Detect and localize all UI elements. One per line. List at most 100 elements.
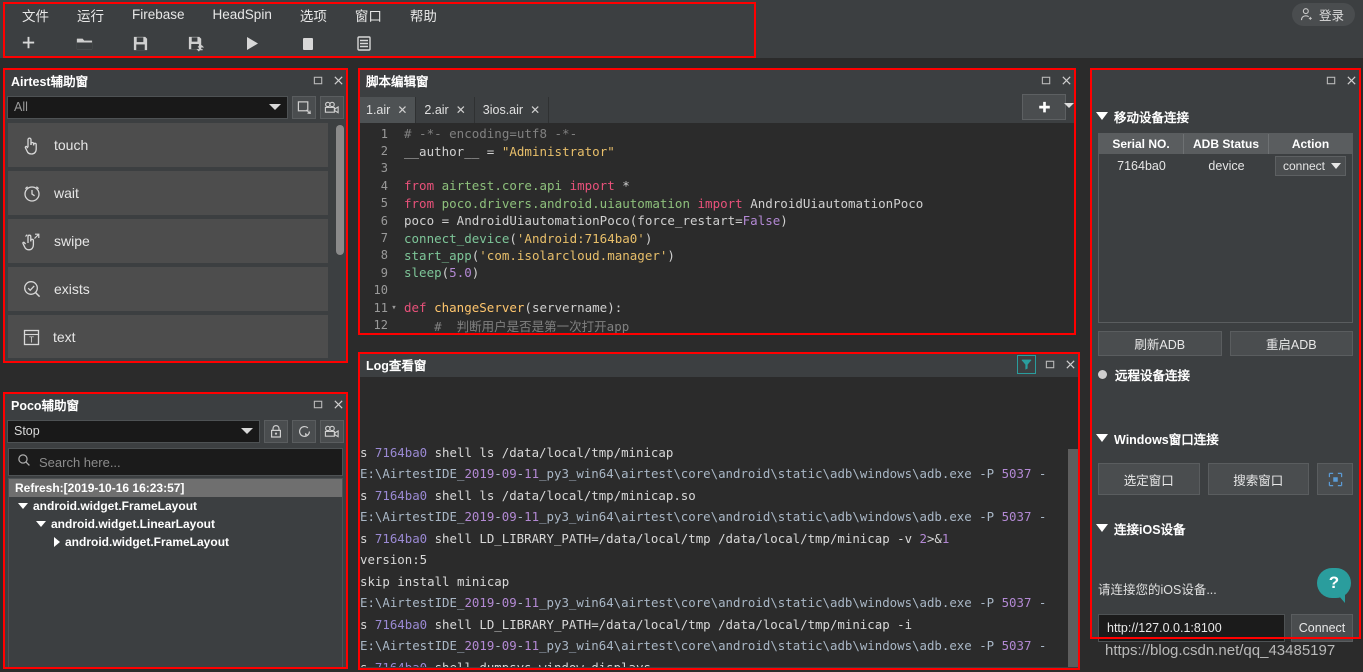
login-button[interactable]: 登录 [1291, 3, 1355, 26]
log-scrollbar[interactable] [1068, 449, 1079, 667]
code-area[interactable]: 1 # -*- encoding=utf8 -*- 2 __author__ = "A… [358, 123, 1076, 334]
toolbar [0, 29, 1363, 58]
poco-refresh-row[interactable]: Refresh:[2019-10-16 16:23:57] [9, 479, 342, 497]
refresh-icon[interactable] [292, 419, 316, 443]
ios-section-header[interactable]: 连接iOS设备 [1090, 517, 1361, 539]
restart-adb-button[interactable]: 重启ADB [1229, 331, 1353, 356]
record-icon[interactable] [320, 95, 344, 119]
airtest-filter-select[interactable]: All [7, 95, 288, 119]
ios-url-row: http://127.0.0.1:8100 Connect [1098, 614, 1353, 642]
close-icon[interactable] [328, 395, 348, 415]
report-icon[interactable] [336, 29, 392, 58]
close-icon[interactable] [328, 71, 348, 91]
code-text: __author__ = "Administrator" [404, 143, 615, 159]
code-text: start_app('com.isolarcloud.manager') [404, 247, 675, 263]
line-number: 9 [380, 265, 388, 280]
chevron-down-icon [1096, 524, 1108, 532]
airtest-list-scrollbar[interactable] [336, 125, 344, 255]
close-icon[interactable] [1060, 355, 1080, 375]
remote-device-section-header[interactable]: 远程设备连接 [1090, 363, 1361, 385]
airtest-panel-titlebar: Airtest辅助窗 [3, 68, 348, 93]
connect-dropdown[interactable]: connect [1274, 156, 1347, 176]
close-icon[interactable]: ✕ [530, 103, 540, 117]
poco-tree-node[interactable]: android.widget.FrameLayout [9, 497, 342, 515]
maximize-icon[interactable] [1321, 71, 1341, 91]
menu-options[interactable]: 选项 [286, 0, 341, 29]
ios-url-input[interactable]: http://127.0.0.1:8100 [1098, 614, 1285, 642]
chevron-right-icon[interactable] [54, 537, 60, 547]
chevron-down-icon[interactable] [36, 521, 46, 527]
poco-search-input[interactable]: Search here... [8, 448, 343, 476]
code-line: 3 [358, 160, 1076, 177]
menu-headspin[interactable]: HeadSpin [199, 0, 286, 29]
editor-tab-2[interactable]: 2.air ✕ [416, 97, 475, 123]
editor-tab-3[interactable]: 3ios.air ✕ [474, 97, 550, 123]
airtest-action-list[interactable]: touch wait swipe exists T text [8, 123, 346, 358]
mobile-device-section-header[interactable]: 移动设备连接 [1090, 105, 1361, 127]
maximize-icon[interactable] [308, 71, 328, 91]
new-tab-button[interactable] [1022, 94, 1066, 120]
help-button[interactable]: ? [1317, 568, 1351, 603]
device-panel-titlebar [1090, 68, 1361, 93]
log-output[interactable]: s 7164ba0 shell ls /data/local/tmp/minic… [358, 377, 1080, 667]
menu-run[interactable]: 运行 [63, 0, 118, 29]
ios-connect-button[interactable]: Connect [1291, 614, 1353, 642]
save-icon[interactable] [112, 29, 168, 58]
run-icon[interactable] [224, 29, 280, 58]
target-select-icon[interactable] [1317, 463, 1353, 495]
new-file-icon[interactable] [0, 29, 56, 58]
select-window-button[interactable]: 选定窗口 [1098, 463, 1200, 495]
code-line: 11 ▾ def changeServer(servername): [358, 299, 1076, 316]
refresh-adb-button[interactable]: 刷新ADB [1098, 331, 1222, 356]
code-text: from airtest.core.api import * [404, 178, 630, 194]
maximize-icon[interactable] [1036, 71, 1056, 91]
airtest-action-exists[interactable]: exists [8, 267, 328, 311]
airtest-action-text[interactable]: T text [8, 315, 328, 358]
poco-mode-select[interactable]: Stop [7, 419, 260, 443]
poco-tree[interactable]: Refresh:[2019-10-16 16:23:57] android.wi… [8, 478, 343, 668]
column-serial: Serial NO. [1099, 134, 1184, 154]
close-icon[interactable] [1056, 71, 1076, 91]
menu-window[interactable]: 窗口 [341, 0, 396, 29]
menu-help[interactable]: 帮助 [396, 0, 451, 29]
table-row[interactable]: 7164ba0 device connect [1099, 154, 1352, 178]
clock-icon [22, 183, 42, 203]
airtest-action-touch[interactable]: touch [8, 123, 328, 167]
airtest-action-swipe[interactable]: swipe [8, 219, 328, 263]
screenshot-icon[interactable] [292, 95, 316, 119]
maximize-icon[interactable] [308, 395, 328, 415]
editor-tab-1[interactable]: 1.air ✕ [358, 97, 417, 123]
windows-button-row: 选定窗口 搜索窗口 [1098, 463, 1353, 495]
close-icon[interactable] [1341, 71, 1361, 91]
chevron-down-icon[interactable] [1064, 103, 1074, 108]
device-table[interactable]: Serial NO. ADB Status Action 7164ba0 dev… [1098, 133, 1353, 323]
editor-tab-label: 3ios.air [482, 103, 524, 117]
poco-tree-node[interactable]: android.widget.FrameLayout [9, 533, 342, 551]
menu-file[interactable]: 文件 [8, 0, 63, 29]
airtest-action-wait[interactable]: wait [8, 171, 328, 215]
chevron-down-icon [1096, 112, 1108, 120]
maximize-icon[interactable] [1040, 355, 1060, 375]
open-folder-icon[interactable] [56, 29, 112, 58]
record-icon[interactable] [320, 419, 344, 443]
airtest-action-label: text [53, 329, 76, 345]
lock-icon[interactable] [264, 419, 288, 443]
menu-firebase[interactable]: Firebase [118, 0, 199, 29]
line-number: 7 [380, 231, 388, 246]
chevron-down-icon[interactable] [18, 503, 28, 509]
code-line: 9 sleep(5.0) [358, 264, 1076, 281]
poco-tree-node[interactable]: android.widget.LinearLayout [9, 515, 342, 533]
filter-icon[interactable] [1017, 355, 1036, 374]
stop-icon[interactable] [280, 29, 336, 58]
line-number: 3 [380, 161, 388, 176]
collapsed-dot-icon [1098, 369, 1107, 379]
close-icon[interactable]: ✕ [397, 103, 407, 117]
windows-section-header[interactable]: Windows窗口连接 [1090, 427, 1361, 449]
fold-marker[interactable]: ▾ [388, 303, 400, 313]
close-icon[interactable]: ✕ [456, 103, 466, 117]
airtest-action-label: exists [54, 281, 90, 297]
save-as-icon[interactable] [168, 29, 224, 58]
search-window-button[interactable]: 搜索窗口 [1207, 463, 1309, 495]
touch-icon [22, 135, 42, 156]
cell-serial: 7164ba0 [1117, 159, 1166, 173]
